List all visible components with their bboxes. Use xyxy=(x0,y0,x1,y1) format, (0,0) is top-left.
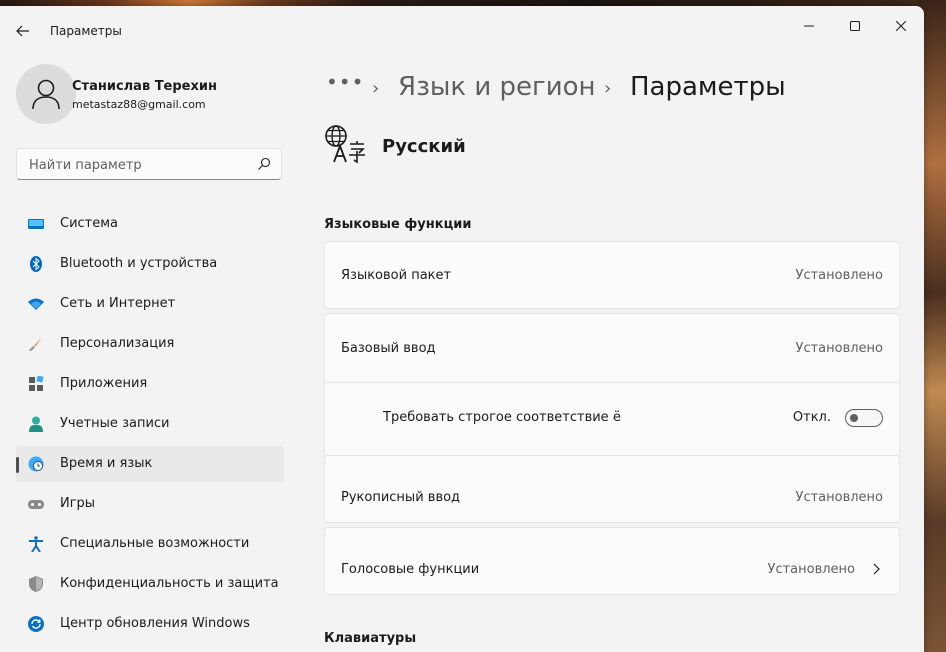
chevron-right-icon xyxy=(873,563,880,575)
search-icon[interactable] xyxy=(257,157,271,171)
title-bar: Параметры xyxy=(0,6,924,54)
person-icon xyxy=(32,79,60,110)
row-label: Голосовые функции xyxy=(341,562,480,577)
sidebar-item-label: Система xyxy=(60,216,119,231)
toggle-state-label: Откл. xyxy=(792,410,831,425)
breadcrumb-more-button[interactable]: ••• xyxy=(326,70,364,94)
sidebar-item-label: Конфиденциальность и защита xyxy=(60,576,279,591)
section-title-keyboards: Клавиатуры xyxy=(324,631,417,646)
sidebar-item-label: Учетные записи xyxy=(60,416,170,431)
close-button[interactable] xyxy=(878,10,924,42)
sidebar-item-label: Игры xyxy=(60,496,96,511)
sidebar-item-label: Время и язык xyxy=(60,456,153,471)
close-icon xyxy=(896,21,906,31)
sidebar-nav: Система Bluetooth и устройства Сеть и Ин… xyxy=(16,206,284,646)
update-icon xyxy=(28,616,44,632)
row-label: Рукописный ввод xyxy=(341,490,461,505)
monitor-icon xyxy=(28,219,44,229)
row-label: Языковой пакет xyxy=(341,268,452,283)
accessibility-icon xyxy=(29,536,43,552)
minimize-icon xyxy=(804,25,814,27)
sidebar-item-windows-update[interactable]: Центр обновления Windows xyxy=(16,606,284,642)
sidebar-item-label: Сеть и Интернет xyxy=(60,296,176,311)
page-title: Параметры xyxy=(630,72,786,102)
sidebar-item-privacy[interactable]: Конфиденциальность и защита xyxy=(16,566,284,602)
language-name: Русский xyxy=(382,136,466,157)
user-email: metastaz88@gmail.com xyxy=(72,98,206,111)
arrow-left-icon xyxy=(16,25,29,37)
sidebar-item-label: Специальные возможности xyxy=(60,536,250,551)
minimize-button[interactable] xyxy=(786,10,832,42)
apps-icon xyxy=(29,376,44,391)
status-text: Установлено xyxy=(795,341,883,356)
sidebar-item-apps[interactable]: Приложения xyxy=(16,366,284,402)
bluetooth-icon xyxy=(30,256,42,272)
brush-icon xyxy=(29,337,42,351)
sidebar-item-label: Персонализация xyxy=(60,336,175,351)
shield-icon xyxy=(29,576,43,592)
breadcrumb-separator: › xyxy=(604,78,612,99)
row-label: Базовый ввод xyxy=(341,341,436,356)
sidebar-item-label: Приложения xyxy=(60,376,148,391)
toggle-knob xyxy=(850,414,858,422)
status-text: Установлено xyxy=(767,562,855,577)
sidebar-item-accounts[interactable]: Учетные записи xyxy=(16,406,284,442)
sidebar-item-time-language[interactable]: Время и язык xyxy=(16,446,284,482)
maximize-button[interactable] xyxy=(832,10,878,42)
status-text: Установлено xyxy=(795,490,883,505)
divider xyxy=(325,382,899,383)
breadcrumb-parent-link[interactable]: Язык и регион xyxy=(398,72,596,102)
back-button[interactable] xyxy=(10,18,36,44)
sidebar-item-gaming[interactable]: Игры xyxy=(16,486,284,522)
gamepad-icon xyxy=(28,500,44,509)
search-box[interactable] xyxy=(16,148,282,180)
sidebar-item-accessibility[interactable]: Специальные возможности xyxy=(16,526,284,562)
sidebar-item-network[interactable]: Сеть и Интернет xyxy=(16,286,284,322)
maximize-icon xyxy=(850,21,860,31)
handwriting-row: Рукописный ввод Установлено xyxy=(324,455,900,523)
globe-clock-icon xyxy=(28,456,44,472)
section-title-language-features: Языковые функции xyxy=(324,217,472,232)
wifi-icon xyxy=(28,298,44,310)
search-input[interactable] xyxy=(27,155,251,175)
person-icon xyxy=(29,416,43,432)
sidebar-item-label: Bluetooth и устройства xyxy=(60,256,218,271)
sidebar-item-personalization[interactable]: Персонализация xyxy=(16,326,284,362)
settings-window: Параметры Станислав Терехин metastaz88@g… xyxy=(0,6,924,652)
sidebar-item-label: Центр обновления Windows xyxy=(60,616,250,631)
basic-typing-group: Базовый ввод Установлено Требовать строг… xyxy=(324,313,900,457)
sidebar-item-bluetooth[interactable]: Bluetooth и устройства xyxy=(16,246,284,282)
status-text: Установлено xyxy=(795,268,883,283)
user-name: Станислав Терехин xyxy=(72,79,217,94)
breadcrumb-separator: › xyxy=(372,78,380,99)
app-title: Параметры xyxy=(50,24,122,38)
language-icon xyxy=(325,125,365,164)
row-label: Требовать строгое соответствие ё xyxy=(383,410,621,425)
avatar[interactable] xyxy=(16,64,76,124)
sidebar-item-system[interactable]: Система xyxy=(16,206,284,242)
speech-row[interactable]: Голосовые функции Установлено xyxy=(324,527,900,595)
language-pack-row: Языковой пакет Установлено xyxy=(324,241,900,309)
strict-yo-toggle[interactable] xyxy=(845,409,883,427)
